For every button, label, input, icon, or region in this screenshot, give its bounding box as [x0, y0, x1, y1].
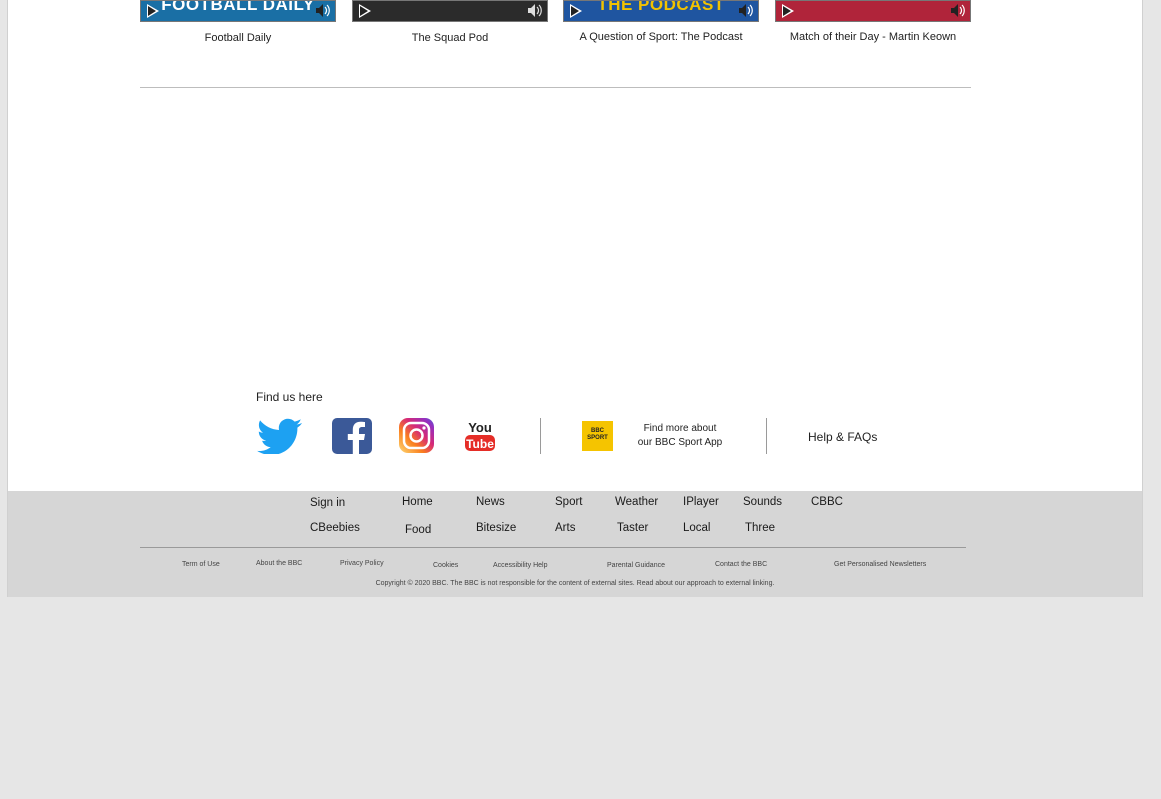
nav-local[interactable]: Local: [683, 522, 711, 534]
podcast-title[interactable]: The Squad Pod: [352, 32, 548, 44]
divider: [766, 418, 767, 454]
nav-cbbc[interactable]: CBBC: [811, 496, 843, 508]
app-badge-text: BBC SPORT: [587, 428, 608, 441]
podcast-football-daily[interactable]: FOOTBALL DAILY Football Daily: [140, 0, 336, 44]
copyright-text: Copyright © 2020 BBC. The BBC is not res…: [375, 580, 775, 587]
link-about-bbc[interactable]: About the BBC: [256, 560, 302, 567]
link-privacy-policy[interactable]: Privacy Policy: [340, 560, 384, 567]
nav-home[interactable]: Home: [402, 496, 433, 508]
podcast-title[interactable]: A Question of Sport: The Podcast: [563, 31, 759, 43]
nav-sport[interactable]: Sport: [555, 496, 583, 508]
youtube-icon[interactable]: You Tube: [464, 418, 496, 454]
nav-sounds[interactable]: Sounds: [743, 496, 782, 508]
nav-cbeebies[interactable]: CBeebies: [310, 522, 360, 534]
facebook-icon[interactable]: [331, 418, 372, 454]
link-cookies[interactable]: Cookies: [433, 562, 458, 569]
podcast-question-of-sport[interactable]: THE PODCAST A Question of Sport: The Pod…: [563, 0, 759, 43]
volume-icon[interactable]: [315, 3, 331, 18]
play-icon[interactable]: [570, 4, 582, 18]
find-us-heading: Find us here: [256, 390, 323, 404]
volume-icon[interactable]: [950, 3, 966, 18]
section-divider: [140, 87, 971, 88]
play-icon[interactable]: [147, 4, 159, 18]
nav-weather[interactable]: Weather: [615, 496, 658, 508]
link-parental-guidance[interactable]: Parental Guidance: [607, 562, 665, 569]
nav-taster[interactable]: Taster: [617, 522, 648, 534]
podcast-title[interactable]: Football Daily: [140, 32, 336, 44]
nav-news[interactable]: News: [476, 496, 505, 508]
audio-player[interactable]: THE PODCAST: [563, 0, 759, 22]
site-footer: Sign in Home News Sport Weather IPlayer …: [8, 491, 1142, 597]
nav-arts[interactable]: Arts: [555, 522, 575, 534]
podcast-artwork-text: FOOTBALL DAILY: [161, 0, 315, 14]
audio-player[interactable]: [352, 0, 548, 22]
app-promo-link[interactable]: Find more about our BBC Sport App: [630, 422, 730, 450]
nav-three[interactable]: Three: [745, 522, 775, 534]
nav-sign-in[interactable]: Sign in: [310, 497, 345, 509]
svg-text:You: You: [468, 420, 492, 435]
nav-food[interactable]: Food: [405, 524, 431, 536]
instagram-icon[interactable]: [398, 418, 435, 454]
app-promo-line1: Find more about: [643, 423, 717, 434]
audio-player[interactable]: [775, 0, 971, 22]
bbc-sport-app-icon[interactable]: BBC SPORT: [582, 421, 613, 451]
volume-icon[interactable]: [527, 3, 543, 18]
divider: [540, 418, 541, 454]
nav-iplayer[interactable]: IPlayer: [683, 496, 719, 508]
audio-player[interactable]: FOOTBALL DAILY: [140, 0, 336, 22]
podcast-artwork-text: THE PODCAST: [597, 0, 725, 14]
help-faqs-link[interactable]: Help & FAQs: [808, 430, 877, 444]
footer-divider: [140, 547, 966, 548]
play-icon[interactable]: [782, 4, 794, 18]
play-icon[interactable]: [359, 4, 371, 18]
app-promo-line2: our BBC Sport App: [637, 437, 723, 448]
link-accessibility-help[interactable]: Accessibility Help: [493, 562, 547, 569]
svg-text:Tube: Tube: [466, 437, 494, 451]
link-terms-of-use[interactable]: Term of Use: [182, 561, 220, 568]
nav-bitesize[interactable]: Bitesize: [476, 522, 516, 534]
link-newsletters[interactable]: Get Personalised Newsletters: [834, 561, 926, 568]
volume-icon[interactable]: [738, 3, 754, 18]
link-contact-bbc[interactable]: Contact the BBC: [715, 561, 767, 568]
podcast-squad-pod[interactable]: The Squad Pod: [352, 0, 548, 44]
twitter-icon[interactable]: [256, 418, 304, 454]
podcast-match-of-their-day[interactable]: Match of their Day - Martin Keown: [775, 0, 971, 43]
podcast-title[interactable]: Match of their Day - Martin Keown: [775, 31, 971, 43]
